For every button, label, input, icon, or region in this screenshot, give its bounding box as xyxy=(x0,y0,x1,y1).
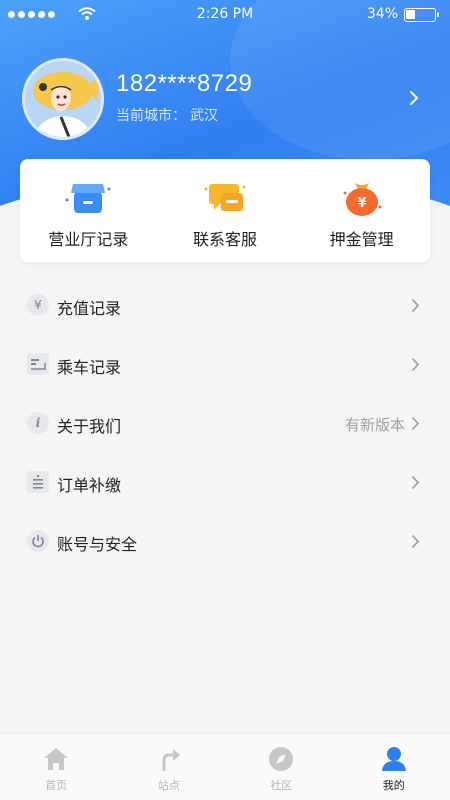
tab-community[interactable]: 社区 xyxy=(225,734,338,800)
tab-label: 站点 xyxy=(157,779,180,792)
menu-item-order-payment[interactable]: 订单补缴 xyxy=(0,453,450,512)
settings-menu: ¥ 充值记录 乘车记录 i 关于我们 有新版本 订单补缴 账号与安全 xyxy=(0,276,450,571)
chevron-right-icon[interactable] xyxy=(409,90,419,106)
info-icon: i xyxy=(27,412,49,434)
battery-percentage: 34% xyxy=(366,6,398,22)
current-city: 当前城市： 武汉 xyxy=(116,105,218,125)
user-icon xyxy=(381,747,406,771)
chevron-right-icon xyxy=(411,416,420,431)
tab-label: 首页 xyxy=(45,779,68,792)
menu-item-label: 乘车记录 xyxy=(57,358,122,377)
order-icon xyxy=(27,471,49,493)
chevron-right-icon xyxy=(411,357,420,372)
money-bag-icon: ¥ xyxy=(343,183,382,216)
tab-stations[interactable]: 站点 xyxy=(113,734,226,800)
menu-item-account-security[interactable]: 账号与安全 xyxy=(0,512,450,571)
new-version-badge: 有新版本 xyxy=(344,416,405,434)
chat-icon xyxy=(204,184,246,211)
quick-action-customer-service[interactable]: 联系客服 xyxy=(157,159,294,262)
quick-action-deposit[interactable]: ¥ 押金管理 xyxy=(293,159,430,262)
quick-action-label: 押金管理 xyxy=(329,230,394,249)
menu-item-label: 订单补缴 xyxy=(57,476,122,495)
store-icon xyxy=(65,184,111,213)
avatar-illustration xyxy=(25,61,101,137)
tab-label: 我的 xyxy=(382,779,405,792)
quick-action-hall-records[interactable]: 营业厅记录 xyxy=(20,159,157,262)
chevron-right-icon xyxy=(411,534,420,549)
yen-icon: ¥ xyxy=(27,294,49,316)
city-name: 武汉 xyxy=(190,108,218,124)
tab-label: 社区 xyxy=(270,779,293,792)
menu-item-label: 关于我们 xyxy=(57,417,122,436)
status-bar: 2:26 PM 34% xyxy=(0,0,450,30)
city-label: 当前城市： xyxy=(116,108,186,124)
phone-number: 182****8729 xyxy=(116,70,253,97)
menu-item-label: 账号与安全 xyxy=(57,535,138,554)
home-icon xyxy=(44,748,69,770)
power-icon xyxy=(27,530,49,552)
ride-record-icon xyxy=(27,353,49,375)
chevron-right-icon xyxy=(411,475,420,490)
bottom-tab-bar: 首页 站点 社区 我的 xyxy=(0,733,450,800)
battery-icon xyxy=(404,8,439,22)
menu-item-label: 充值记录 xyxy=(57,299,122,318)
route-icon xyxy=(162,749,180,771)
compass-icon xyxy=(269,747,294,771)
tab-home[interactable]: 首页 xyxy=(0,734,113,800)
menu-item-ride-records[interactable]: 乘车记录 xyxy=(0,335,450,394)
quick-action-label: 联系客服 xyxy=(193,230,258,249)
quick-actions-card: 营业厅记录 联系客服 ¥ 押金管理 xyxy=(20,159,430,262)
tab-mine[interactable]: 我的 xyxy=(338,734,450,800)
quick-action-label: 营业厅记录 xyxy=(48,230,129,249)
chevron-right-icon xyxy=(411,298,420,313)
avatar[interactable] xyxy=(22,58,104,140)
menu-item-about-us[interactable]: i 关于我们 有新版本 xyxy=(0,394,450,453)
svg-text:¥: ¥ xyxy=(357,196,366,211)
menu-item-recharge-records[interactable]: ¥ 充值记录 xyxy=(0,276,450,335)
